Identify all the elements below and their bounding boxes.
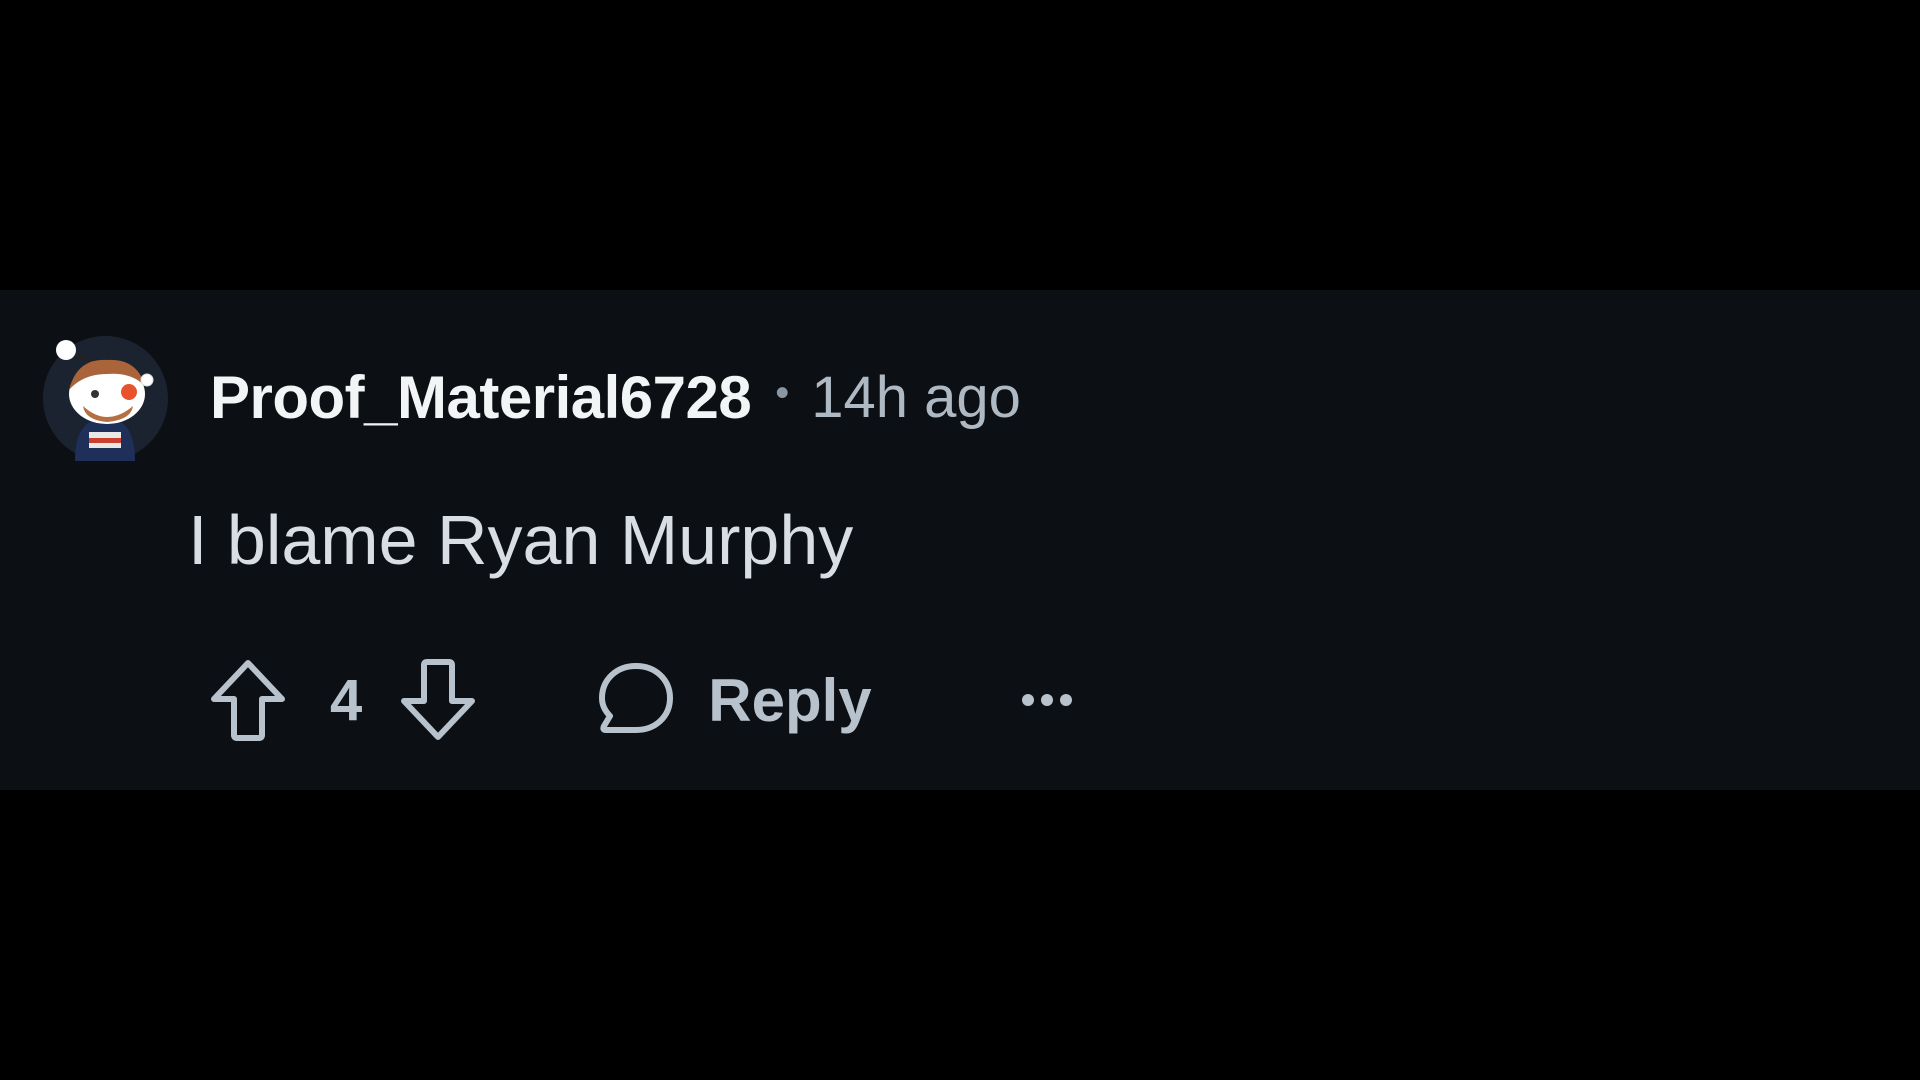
comment-actions: 4 Reply: [210, 655, 1072, 745]
more-options-dot: [1040, 694, 1053, 706]
snoo-avatar-icon: [43, 336, 167, 461]
separator-dot: •: [775, 370, 790, 415]
more-options-dot: [1059, 694, 1072, 706]
reply-label: Reply: [708, 666, 872, 734]
downvote-button[interactable]: [400, 659, 476, 741]
downvote-arrow-icon: [401, 659, 476, 740]
user-avatar[interactable]: [43, 336, 168, 461]
upvote-arrow-icon: [211, 660, 285, 741]
more-options-icon: [1021, 694, 1034, 706]
reply-button[interactable]: Reply: [596, 660, 872, 740]
speech-bubble-icon: [599, 663, 674, 733]
comment-body: I blame Ryan Murphy: [188, 501, 854, 579]
upvote-button[interactable]: [210, 659, 286, 741]
more-options-button[interactable]: [1021, 670, 1072, 730]
comment-header: Proof_Material6728 • 14h ago: [210, 362, 1021, 432]
username-link[interactable]: Proof_Material6728: [210, 363, 752, 432]
comment-card: Proof_Material6728 • 14h ago I blame Rya…: [0, 290, 1920, 790]
timestamp: 14h ago: [811, 364, 1021, 430]
vote-count: 4: [330, 667, 363, 733]
